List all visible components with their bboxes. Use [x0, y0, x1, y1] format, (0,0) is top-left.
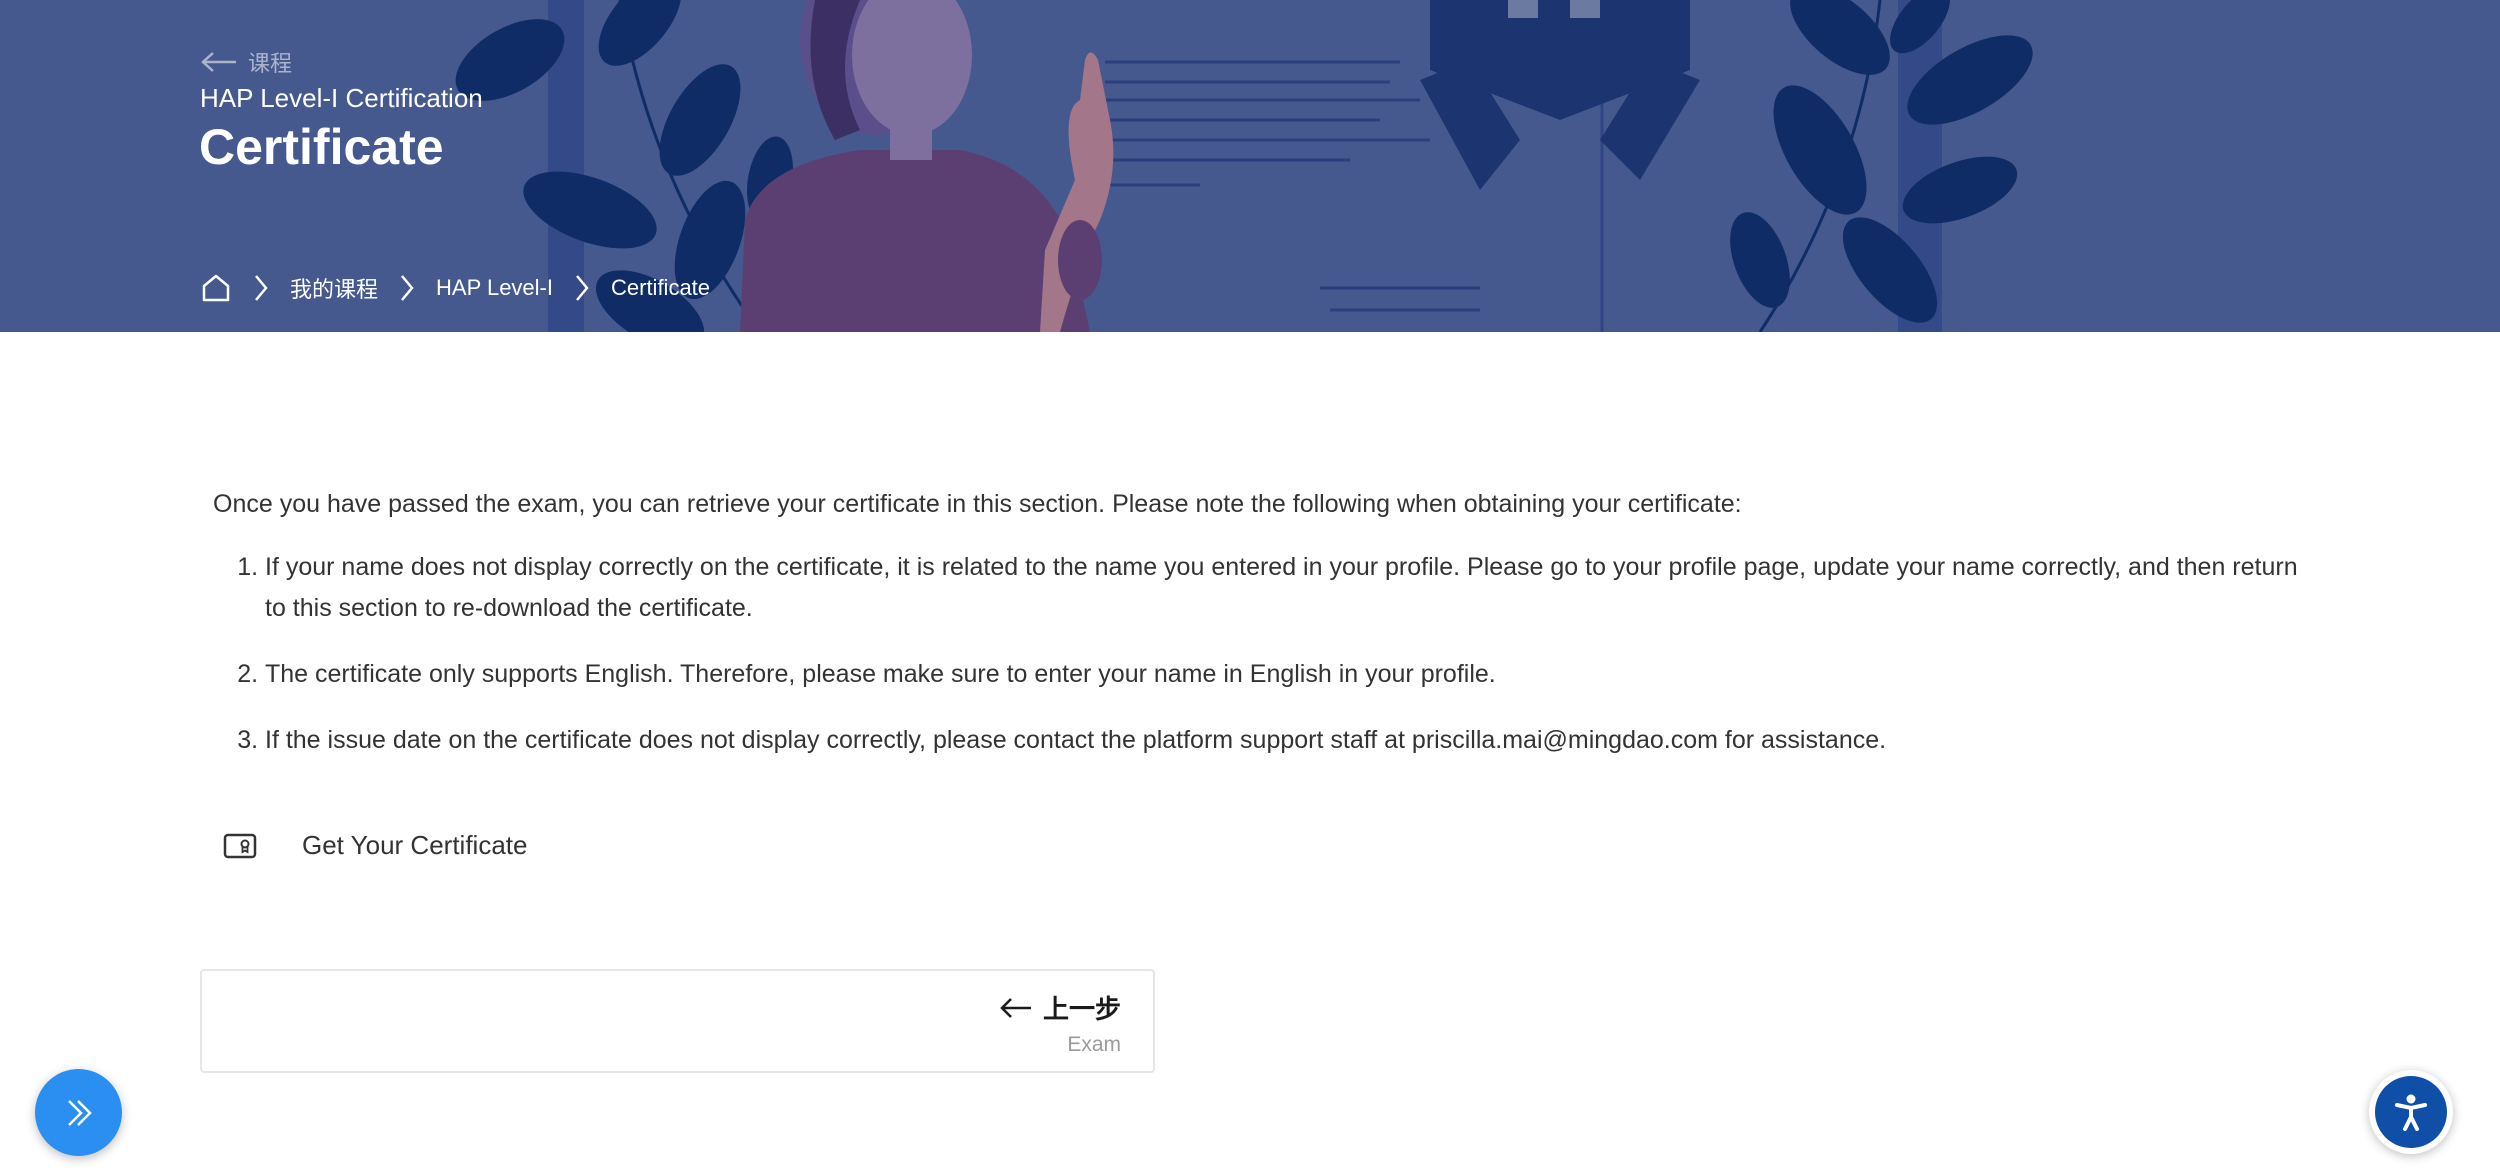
back-to-courses-link[interactable]: 课程	[200, 46, 292, 78]
certificate-instructions: Once you have passed the exam, you can r…	[213, 484, 2313, 786]
arrow-left-icon	[201, 52, 236, 72]
chevron-right-icon	[573, 272, 591, 304]
accessibility-icon	[2395, 1094, 2427, 1131]
breadcrumb-current: Certificate	[611, 275, 711, 300]
breadcrumb-my-courses[interactable]: 我的课程	[290, 272, 378, 304]
note-item: If your name does not display correctly …	[265, 547, 2313, 629]
previous-step-subtitle: Exam	[1067, 1033, 1121, 1056]
previous-step-card[interactable]: 上一步 Exam	[200, 969, 1155, 1073]
course-subtitle: HAP Level-I Certification	[200, 83, 483, 113]
double-chevron-right-icon	[67, 1099, 92, 1126]
get-certificate-item[interactable]: Get Your Certificate	[223, 830, 527, 861]
previous-step-title: 上一步	[999, 989, 1121, 1026]
accessibility-button-inner	[2375, 1076, 2447, 1148]
certificate-icon	[223, 833, 257, 858]
expand-sidebar-button[interactable]	[35, 1069, 122, 1156]
note-item: If the issue date on the certificate doe…	[265, 720, 2313, 761]
page-title: Certificate	[199, 119, 444, 175]
arrow-left-icon	[1000, 997, 1031, 1018]
breadcrumb-home[interactable]	[200, 272, 232, 304]
previous-step-label: 上一步	[1042, 994, 1121, 1024]
accessibility-button[interactable]	[2369, 1070, 2453, 1154]
home-icon	[202, 274, 230, 302]
notes-list: If your name does not display correctly …	[213, 547, 2313, 761]
intro-text: Once you have passed the exam, you can r…	[213, 490, 1742, 518]
chevron-right-icon	[252, 272, 270, 304]
chevron-right-icon	[398, 272, 416, 304]
note-item: The certificate only supports English. T…	[265, 654, 2313, 695]
breadcrumb: 我的课程 HAP Level-I Certificate	[200, 272, 710, 304]
get-certificate-label: Get Your Certificate	[302, 830, 528, 860]
back-link-label: 课程	[248, 51, 293, 76]
breadcrumb-course[interactable]: HAP Level-I	[436, 275, 553, 301]
page-header: 课程 HAP Level-I Certification Certificate…	[0, 0, 2500, 332]
